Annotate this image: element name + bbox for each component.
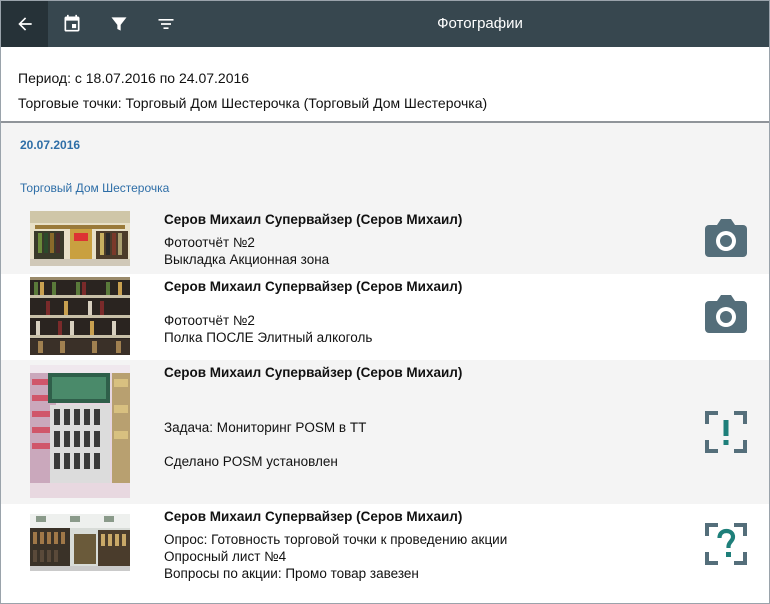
calendar-icon — [64, 14, 79, 32]
filter-summary: Период: с 18.07.2016 по 24.07.2016 Торго… — [1, 47, 769, 123]
row-line-1: Опрос: Готовность торговой точки к прове… — [164, 532, 508, 547]
date-group-header: 20.07.2016 — [20, 138, 81, 152]
row-line-1: Фотоотчёт №2 — [164, 313, 255, 328]
list-item[interactable]: Серов Михаил Супервайзер (Серов Михаил) … — [1, 360, 769, 504]
page-title-text: Фотографии — [437, 15, 523, 32]
filter-icon — [111, 17, 126, 31]
calendar-button[interactable] — [48, 1, 95, 47]
photo-list: 20.07.2016 Торговый Дом Шестерочка Серов… — [1, 124, 769, 603]
row-author: Серов Михаил Супервайзер (Серов Михаил) — [164, 365, 463, 380]
back-button[interactable] — [1, 1, 48, 47]
list-item[interactable]: Серов Михаил Супервайзер (Серов Михаил) … — [1, 504, 769, 603]
camera-icon[interactable] — [704, 217, 748, 261]
row-line-3: Вопросы по акции: Промо товар завезен — [164, 566, 419, 581]
page-title: Фотографии — [191, 1, 769, 47]
camera-icon[interactable] — [704, 293, 748, 337]
app-window: Фотографии Период: с 18.07.2016 по 24.07… — [0, 0, 770, 604]
row-line-1: Задача: Мониторинг POSM в ТТ — [164, 420, 367, 435]
sort-button[interactable] — [142, 1, 189, 47]
toolbar: Фотографии — [1, 1, 769, 47]
outlets-text: Торговые точки: Торговый Дом Шестерочка … — [18, 95, 488, 111]
list-item[interactable]: Серов Михаил Супервайзер (Серов Михаил) … — [1, 274, 769, 360]
photo-thumbnail[interactable] — [30, 514, 130, 571]
photo-thumbnail[interactable] — [30, 211, 130, 266]
survey-question-icon[interactable] — [704, 522, 748, 566]
store-group-header: Торговый Дом Шестерочка — [20, 181, 170, 195]
row-author: Серов Михаил Супервайзер (Серов Михаил) — [164, 279, 463, 294]
task-exclamation-icon[interactable] — [704, 410, 748, 454]
row-line-1: Фотоотчёт №2 — [164, 235, 255, 250]
period-text: Период: с 18.07.2016 по 24.07.2016 — [18, 70, 250, 86]
row-author: Серов Михаил Супервайзер (Серов Михаил) — [164, 509, 463, 524]
row-line-2: Опросный лист №4 — [164, 549, 287, 564]
photo-thumbnail[interactable] — [30, 277, 130, 355]
row-author: Серов Михаил Супервайзер (Серов Михаил) — [164, 212, 463, 227]
list-item[interactable]: Серов Михаил Супервайзер (Серов Михаил) … — [1, 206, 769, 274]
row-line-2: Выкладка Акционная зона — [164, 252, 330, 267]
photo-thumbnail[interactable] — [30, 365, 130, 498]
back-arrow-icon — [17, 17, 32, 31]
sort-icon — [158, 19, 173, 29]
filter-button[interactable] — [95, 1, 142, 47]
row-line-2: Полка ПОСЛЕ Элитный алкоголь — [164, 330, 373, 345]
row-line-2: Сделано POSM установлен — [164, 454, 338, 469]
